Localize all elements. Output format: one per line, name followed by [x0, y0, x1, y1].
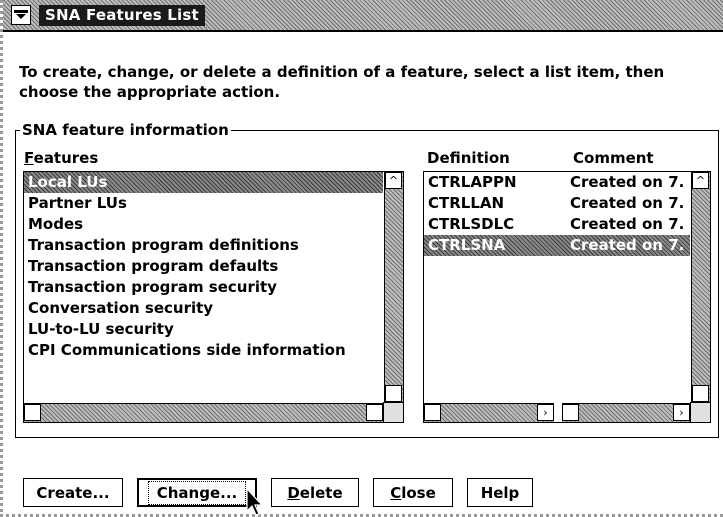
delete-button-label: Delete [287, 484, 342, 502]
definition-header: Definition [427, 149, 510, 167]
scroll-right-arrow-icon[interactable]: › [537, 404, 554, 421]
features-horizontal-scrollbar[interactable] [24, 403, 383, 422]
definitions-vertical-scrollbar[interactable]: ^ [691, 172, 710, 402]
definition-row[interactable]: CTRLAPPN Created on 7. [424, 172, 690, 193]
features-header-mnemonic: F [24, 149, 34, 167]
scroll-left-arrow-icon[interactable] [562, 404, 579, 421]
features-list-item[interactable]: CPI Communications side information [24, 340, 383, 361]
instructions-text: To create, change, or delete a definitio… [19, 63, 665, 101]
definition-cell: CTRLSNA [428, 236, 506, 254]
scroll-left-arrow-icon[interactable] [24, 404, 41, 421]
features-list-item[interactable]: Transaction program definitions [24, 235, 383, 256]
definition-cell: CTRLAPPN [428, 173, 517, 191]
definition-cell: CTRLSDLC [428, 215, 515, 233]
scroll-down-arrow-icon[interactable] [385, 385, 402, 402]
title-bar[interactable]: SNA Features List [3, 0, 723, 32]
features-list-item[interactable]: Transaction program defaults [24, 256, 383, 277]
features-list-item[interactable]: Transaction program security [24, 277, 383, 298]
mouse-pointer-icon [246, 487, 264, 516]
definitions-list[interactable]: CTRLAPPN Created on 7. CTRLLAN Created on 7… [424, 172, 690, 402]
group-label: SNA feature information [20, 120, 231, 140]
close-rest: lose [401, 483, 436, 502]
definition-row[interactable]: CTRLSDLC Created on 7. [424, 214, 690, 235]
scroll-up-arrow-icon[interactable]: ^ [385, 172, 402, 189]
help-button-label: Help [480, 483, 520, 502]
definitions-listbox[interactable]: CTRLAPPN Created on 7. CTRLLAN Created on 7… [423, 171, 711, 423]
definition-row[interactable]: CTRLLAN Created on 7. [424, 193, 690, 214]
comment-cell: Created on 7. [570, 236, 685, 254]
help-button[interactable]: Help [467, 478, 533, 507]
scroll-left-arrow-icon[interactable] [424, 404, 441, 421]
scroll-up-arrow-icon[interactable]: ^ [692, 172, 709, 189]
scroll-right-arrow-icon[interactable]: › [673, 404, 690, 421]
close-mnemonic: C [390, 483, 402, 502]
create-button[interactable]: Create... [23, 478, 123, 507]
sna-feature-information-group: SNA feature information Features Local L… [15, 120, 719, 438]
create-button-label: Create... [36, 483, 110, 502]
scroll-right-arrow-icon[interactable] [366, 404, 383, 421]
change-button[interactable]: Change... [137, 478, 257, 507]
change-button-label: Change... [156, 483, 238, 502]
window-title: SNA Features List [39, 5, 205, 26]
comment-column-horizontal-scrollbar[interactable]: › [562, 403, 690, 422]
comment-cell: Created on 7. [570, 194, 685, 212]
features-list-item[interactable]: Conversation security [24, 298, 383, 319]
close-button[interactable]: Close [373, 478, 453, 507]
close-button-label: Close [390, 484, 436, 502]
features-list-item[interactable]: LU-to-LU security [24, 319, 383, 340]
delete-button[interactable]: Delete [271, 478, 359, 507]
change-button-focus: Change... [147, 480, 247, 505]
system-menu-button[interactable] [11, 5, 31, 25]
features-vertical-scrollbar[interactable]: ^ [384, 172, 403, 402]
definition-row[interactable]: CTRLSNA Created on 7. [424, 235, 690, 256]
scroll-down-arrow-icon[interactable] [692, 385, 709, 402]
features-header: Features [24, 149, 98, 167]
definition-column-horizontal-scrollbar[interactable]: › [424, 403, 554, 422]
comment-cell: Created on 7. [570, 215, 685, 233]
features-list-item[interactable]: Modes [24, 214, 383, 235]
features-list-item[interactable]: Local LUs [24, 172, 383, 193]
delete-mnemonic: D [287, 483, 300, 502]
comment-header: Comment [573, 149, 654, 167]
features-listbox[interactable]: Local LUs Partner LUs Modes Transaction pro… [23, 171, 404, 423]
scrollbar-corner [383, 402, 403, 422]
system-menu-icon [14, 10, 28, 19]
comment-cell: Created on 7. [570, 173, 685, 191]
definition-cell: CTRLLAN [428, 194, 505, 212]
scrollbar-corner [690, 402, 710, 422]
delete-rest: elete [299, 483, 343, 502]
sna-features-window: SNA Features List To create, change, or … [0, 0, 723, 517]
features-list[interactable]: Local LUs Partner LUs Modes Transaction pro… [24, 172, 383, 402]
features-header-rest: eatures [33, 149, 99, 167]
features-list-item[interactable]: Partner LUs [24, 193, 383, 214]
